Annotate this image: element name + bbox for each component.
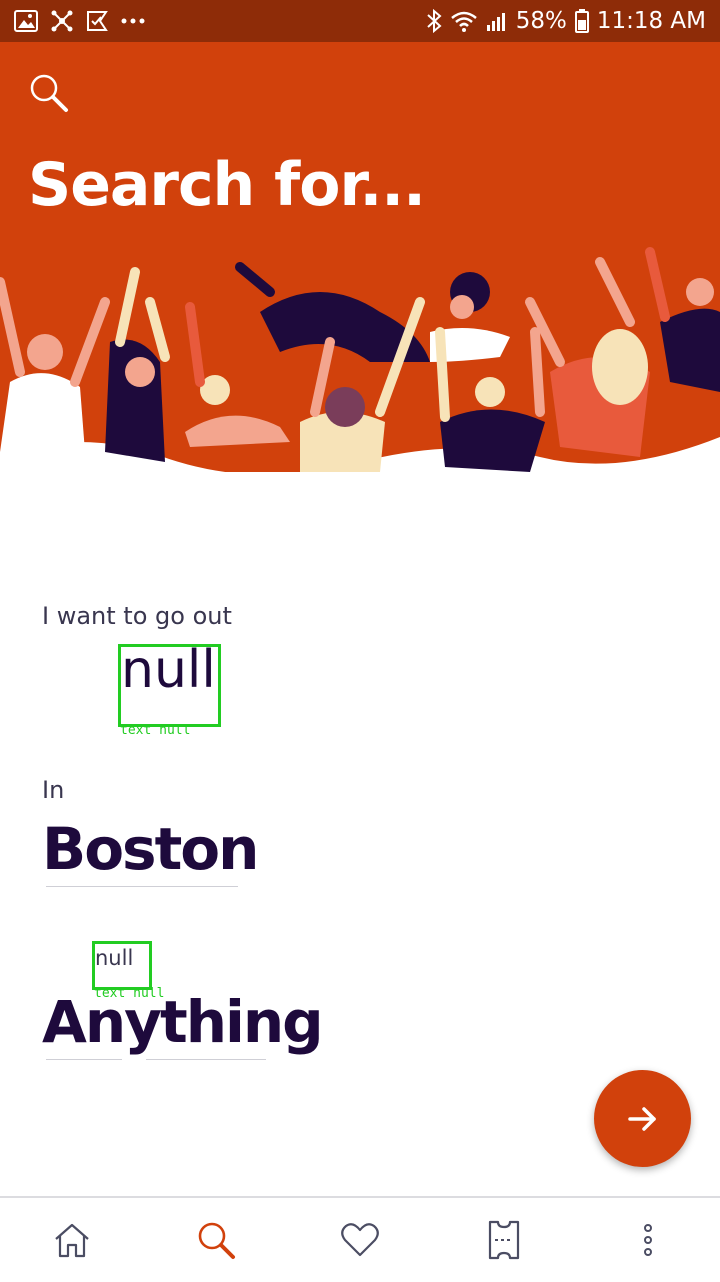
wifi-icon <box>450 11 477 32</box>
more-icon <box>644 1224 652 1256</box>
nav-likes[interactable] <box>330 1210 390 1270</box>
battery-icon <box>574 9 589 33</box>
nav-home[interactable] <box>42 1210 102 1270</box>
category-underline-left <box>46 1059 122 1060</box>
check-flag-icon <box>87 11 108 31</box>
location-underline <box>46 886 238 887</box>
go-out-label: I want to go out <box>42 602 232 630</box>
next-button[interactable] <box>594 1070 691 1167</box>
notification-icons <box>14 9 146 33</box>
when-debug-caption: text null <box>120 723 191 738</box>
category-value[interactable]: Anything <box>42 988 324 1056</box>
search-icon[interactable] <box>28 72 70 114</box>
gallery-icon <box>14 10 38 32</box>
nav-more[interactable] <box>618 1210 678 1270</box>
category-hint: null <box>95 946 134 970</box>
nav-search[interactable] <box>186 1210 246 1270</box>
search-header: Search for... <box>0 42 720 472</box>
signal-icon <box>486 13 505 31</box>
category-underline-right <box>146 1059 266 1060</box>
when-value[interactable]: null <box>121 640 216 700</box>
bluetooth-icon <box>427 9 442 33</box>
page-title: Search for... <box>28 150 426 220</box>
bottom-navigation <box>0 1196 720 1282</box>
ticket-icon <box>488 1220 520 1260</box>
more-notifications-icon <box>121 18 145 24</box>
crowd-illustration <box>0 247 720 472</box>
home-icon <box>55 1223 89 1258</box>
location-value[interactable]: Boston <box>42 815 259 883</box>
arrow-right-icon <box>627 1106 656 1131</box>
clock: 11:18 AM <box>596 8 706 34</box>
heart-icon <box>341 1223 379 1257</box>
battery-percent: 58% <box>515 8 567 34</box>
nav-tickets[interactable] <box>474 1210 534 1270</box>
in-label: In <box>42 776 65 804</box>
status-bar: 58% 11:18 AM <box>0 0 720 42</box>
system-icons: 58% 11:18 AM <box>426 8 706 34</box>
network-icon <box>51 10 73 32</box>
search-icon <box>198 1222 235 1259</box>
